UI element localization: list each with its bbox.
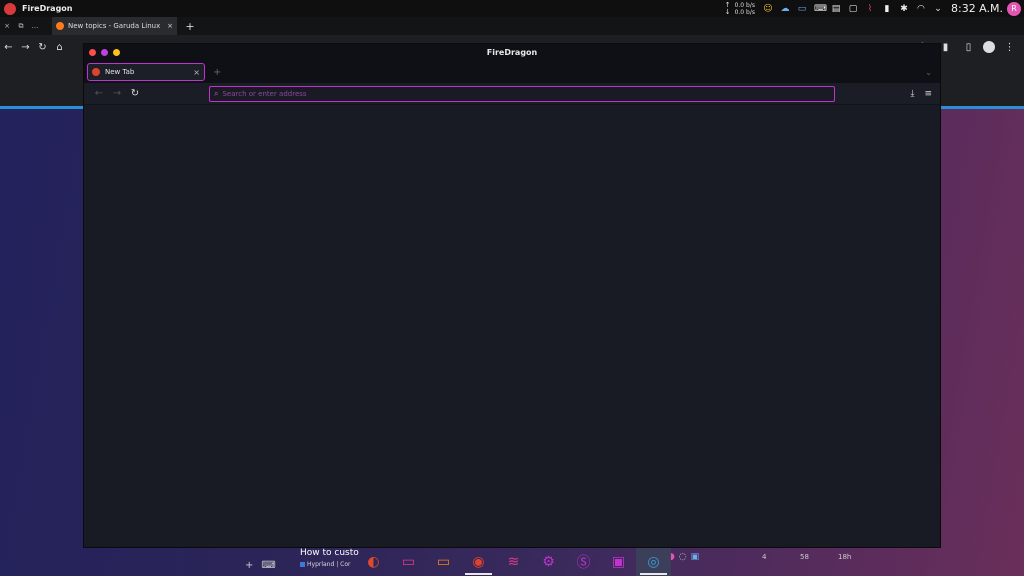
- counters: 4 58 18h: [762, 553, 876, 561]
- back-icon[interactable]: ←: [0, 42, 17, 53]
- tab-list-chevron-icon[interactable]: ⌄: [925, 68, 932, 77]
- net-up-rate: 0.0 b/s: [734, 1, 755, 9]
- pulse-icon[interactable]: ⌇: [865, 4, 875, 14]
- tab-label: New Tab: [105, 68, 135, 76]
- bluetooth-icon[interactable]: ✱: [899, 4, 909, 14]
- firedragon-window: FireDragon New Tab × + ⌄ ← → ↻ ⌕ ⤓ ≡: [83, 43, 941, 548]
- window-titlebar: FireDragon: [84, 44, 940, 61]
- counter-3: 18h: [838, 553, 852, 561]
- chevron-down-icon[interactable]: ⌄: [933, 4, 943, 14]
- top-bar: FireDragon ↑ ↓ 0.0 b/s 0.0 b/s ☺ ☁ ▭ ⌨ ▤ …: [0, 0, 1024, 17]
- dock-terminal-icon[interactable]: ▭: [391, 548, 426, 576]
- dock-monitor-icon[interactable]: ≋: [496, 548, 531, 576]
- counter-1: 4: [762, 553, 767, 561]
- background-subtext: Hyprland | Cor: [300, 561, 350, 568]
- profile-avatar[interactable]: [983, 41, 995, 53]
- home-icon[interactable]: ⌂: [51, 42, 68, 53]
- reload-button[interactable]: ↻: [126, 88, 144, 99]
- network-speed: ↑ ↓ 0.0 b/s 0.0 b/s: [724, 1, 755, 16]
- background-tab-title: New topics - Garuda Linux F: [68, 22, 164, 30]
- address-bar[interactable]: ⌕: [209, 86, 835, 102]
- menu-icon[interactable]: ≡: [924, 89, 932, 99]
- background-heading: How to custo: [300, 548, 359, 558]
- dock-extras: ◗ ◌ ▣: [670, 552, 699, 562]
- window-icon[interactable]: ⧉: [14, 22, 28, 31]
- dock-settings-icon[interactable]: ⚙: [531, 548, 566, 576]
- user-icon[interactable]: ☺: [763, 4, 773, 14]
- dock-files-icon[interactable]: ▭: [426, 548, 461, 576]
- dock-store-icon[interactable]: Ⓢ: [566, 548, 601, 576]
- dock-chrome-icon[interactable]: ◎: [636, 548, 671, 576]
- active-app-title: FireDragon: [22, 4, 73, 13]
- dock-garuda-icon[interactable]: ◐: [356, 548, 391, 576]
- keyboard-small-icon[interactable]: ⌨: [261, 560, 275, 571]
- firedragon-logo-icon: [4, 2, 16, 15]
- dock-bag-icon[interactable]: ▣: [601, 548, 636, 576]
- download-icon[interactable]: ⤓: [910, 89, 914, 99]
- close-tab-icon[interactable]: ×: [193, 68, 200, 77]
- menu-button-icon[interactable]: ▯: [960, 42, 977, 53]
- dock-firedragon-icon[interactable]: ◉: [461, 548, 496, 576]
- display-icon[interactable]: ▭: [797, 4, 807, 14]
- wifi-icon[interactable]: ◠: [916, 4, 926, 14]
- lock-icon[interactable]: ▢: [848, 4, 858, 14]
- navigation-toolbar: ← → ↻ ⌕ ⤓ ≡: [84, 83, 940, 105]
- add-icon[interactable]: +: [245, 560, 253, 571]
- url-input[interactable]: [222, 90, 830, 98]
- forward-icon[interactable]: →: [17, 42, 34, 53]
- background-tab[interactable]: New topics - Garuda Linux F ×: [52, 17, 177, 35]
- close-icon[interactable]: ×: [0, 22, 14, 30]
- extra-icon-1[interactable]: ◗: [670, 552, 675, 562]
- tab-close-icon[interactable]: ×: [167, 22, 173, 30]
- keyboard-icon[interactable]: ⌨: [814, 4, 827, 14]
- net-down-rate: 0.0 b/s: [734, 8, 755, 16]
- search-icon: ⌕: [214, 89, 219, 98]
- window-title: FireDragon: [486, 48, 538, 57]
- firedragon-tab-icon: [92, 68, 100, 76]
- system-tray: ↑ ↓ 0.0 b/s 0.0 b/s ☺ ☁ ▭ ⌨ ▤ ▢ ⌇ ▮ ✱ ◠ ⌄…: [725, 0, 1024, 17]
- tab-favicon-icon: [56, 22, 64, 30]
- weather-icon[interactable]: ☁: [780, 4, 790, 14]
- forward-button[interactable]: →: [108, 88, 126, 99]
- kebab-menu-icon[interactable]: ⋮: [1001, 42, 1018, 53]
- new-tab-button[interactable]: +: [213, 67, 221, 78]
- reload-icon[interactable]: ↻: [34, 42, 51, 53]
- user-avatar[interactable]: R: [1007, 1, 1021, 16]
- counter-2: 58: [800, 553, 809, 561]
- clock[interactable]: 8:32 A.M.: [951, 2, 1003, 15]
- dock: ◐ ▭ ▭ ◉ ≋ ⚙ Ⓢ ▣ ◎: [356, 548, 671, 576]
- battery-icon[interactable]: ▮: [882, 4, 892, 14]
- download-arrow-icon: ↓: [724, 7, 731, 16]
- page-content: [84, 106, 940, 547]
- background-tab-bar: × ⧉ ... New topics - Garuda Linux F × +: [0, 17, 1024, 35]
- ellipsis[interactable]: ...: [28, 22, 42, 30]
- new-tab-icon[interactable]: +: [183, 20, 197, 33]
- bg-controls: + ⌨: [245, 560, 276, 571]
- back-button[interactable]: ←: [90, 88, 108, 99]
- extra-icon-3[interactable]: ▣: [691, 552, 700, 562]
- extra-icon-2[interactable]: ◌: [679, 552, 687, 562]
- tab-strip: New Tab × + ⌄: [84, 61, 940, 83]
- clipboard-icon[interactable]: ▤: [831, 4, 841, 14]
- tab-new-tab[interactable]: New Tab ×: [87, 63, 205, 81]
